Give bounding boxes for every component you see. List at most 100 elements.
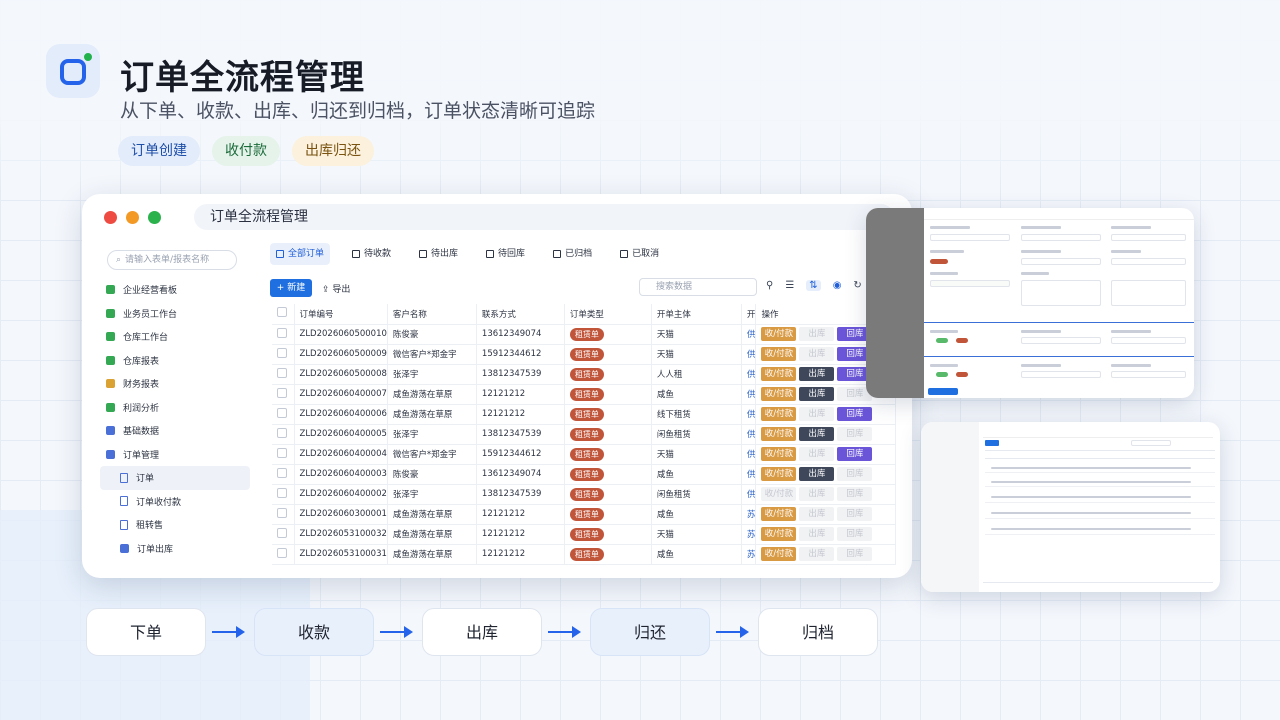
new-button[interactable]: + 新建 [270,279,312,297]
feature-tags: 订单创建 收付款 出库归还 [118,136,374,166]
out-button: 出库 [799,487,835,501]
row-checkbox[interactable] [272,364,295,385]
ret-button[interactable]: 回库 [837,407,873,421]
pay-button[interactable]: 收/付款 [761,467,797,481]
row-checkbox[interactable] [272,424,295,445]
arrow-right-icon [542,608,590,656]
arrow-right-icon [710,608,758,656]
row-actions: 收/付款 出库 回库 [755,524,897,545]
pay-button[interactable]: 收/付款 [761,547,797,561]
table-row[interactable]: ZLD2026060500010 陈俊豪 13612349074 租赁单 天猫供收/付款… [272,324,897,345]
phone: 12121212 [476,404,565,425]
table-row[interactable]: ZLD2026060500009 微信客户*郑金宇 15912344612 租赁单 天猫… [272,344,897,365]
pay-button[interactable]: 收/付款 [761,507,797,521]
order-type-badge: 租赁单 [569,407,604,421]
table-row[interactable]: ZLD2026060400007 咸鱼游荡在草原 12121212 租赁单 咸鱼供收/付… [272,384,897,405]
row-checkbox[interactable] [272,384,295,405]
pay-button[interactable]: 收/付款 [761,527,797,541]
tab-2[interactable]: 待出库 [413,243,464,265]
row-checkbox[interactable] [272,544,295,565]
sidebar-item-7[interactable]: 订单管理 [100,443,256,467]
row-checkbox[interactable] [272,484,295,505]
tab-0[interactable]: 全部订单 [270,243,331,265]
order-type: 租赁单 [564,424,652,445]
pay-button[interactable]: 收/付款 [761,427,797,441]
out-button[interactable]: 出库 [799,367,835,381]
sidebar-item-1[interactable]: 业务员工作台 [100,302,256,326]
sidebar-item-3[interactable]: 仓库报表 [100,349,256,373]
row-checkbox[interactable] [272,504,295,525]
tab-label: 已取消 [632,249,660,259]
sidebar-item-11[interactable]: 订单出库 [100,537,256,561]
row-checkbox[interactable] [272,464,295,485]
tab-4[interactable]: 已归档 [547,243,598,265]
customer-name: 微信客户*郑金宇 [387,444,477,465]
table-row[interactable]: ZLD2026060400002 张泽宇 13812347539 租赁单 闲鱼租赁供收/… [272,484,897,505]
sidebar-item-8[interactable]: 订单 [100,466,250,490]
table-row[interactable]: ZLD2026060400006 咸鱼游荡在草原 12121212 租赁单 线下租赁供收… [272,404,897,425]
table-row[interactable]: ZLD2026060300001 咸鱼游荡在草原 12121212 租赁单 咸鱼苏收/付… [272,504,897,525]
sidebar-item-label: 财务报表 [123,380,160,391]
sidebar-item-label: 订单出库 [137,544,174,555]
table-row[interactable]: ZLD2026060400004 微信客户*郑金宇 15912344612 租赁单 天猫… [272,444,897,465]
row-checkbox[interactable] [272,524,295,545]
order-type: 租赁单 [564,544,652,565]
tab-5[interactable]: 已取消 [614,243,665,265]
pay-button[interactable]: 收/付款 [761,447,797,461]
sidebar-search-input[interactable]: ⌕ 请输入表单/报表名称 [107,250,237,270]
table-icon [352,250,361,258]
entity-extra: 供 [741,444,757,465]
order-type: 租赁单 [564,444,652,465]
app-logo-icon [46,44,100,98]
out-button[interactable]: 出库 [799,467,835,481]
select-all-checkbox[interactable] [272,304,295,325]
row-checkbox[interactable] [272,324,295,345]
search-icon: ⌕ [116,255,122,265]
maximize-dot-icon[interactable] [148,211,161,224]
export-button[interactable]: ⇪ 导出 [322,282,350,295]
refresh-icon[interactable]: ↻ [853,280,861,291]
sidebar-item-0[interactable]: 企业经营看板 [100,278,256,302]
tab-3[interactable]: 待回库 [480,243,531,265]
close-dot-icon[interactable] [104,211,117,224]
out-button: 出库 [799,327,835,341]
table-row[interactable]: ZLD2026060400003 陈俊豪 13612349074 租赁单 咸鱼供收/付款… [272,464,897,485]
order-id: ZLD2026060400004 [294,444,388,465]
row-checkbox[interactable] [272,404,295,425]
table-row[interactable]: ZLD2026060500008 张泽宇 13812347539 租赁单 人人租供收/付… [272,364,897,385]
order-type: 租赁单 [564,524,652,545]
sidebar-item-label: 基础数据 [123,427,160,438]
order-type: 租赁单 [564,344,652,365]
table-row[interactable]: ZLD2026053100032 咸鱼游荡在草原 12121212 租赁单 天猫苏收/付… [272,524,897,545]
sidebar-item-6[interactable]: 基础数据 [100,419,256,443]
minimize-dot-icon[interactable] [126,211,139,224]
pay-button[interactable]: 收/付款 [761,407,797,421]
ret-button[interactable]: 回库 [837,447,873,461]
table-search-input[interactable]: 搜索数据 [639,278,757,296]
table-toolbar: + 新建 ⇪ 导出 搜索数据 ⚲ ☰ ⇅ ◉ ↻ [270,278,910,298]
pay-button[interactable]: 收/付款 [761,347,797,361]
sidebar-item-9[interactable]: 订单收付款 [100,490,256,514]
pay-button[interactable]: 收/付款 [761,367,797,381]
out-button[interactable]: 出库 [799,387,835,401]
col-order-id: 订单编号 [294,304,388,325]
pay-button[interactable]: 收/付款 [761,327,797,341]
tab-1[interactable]: 待收款 [346,243,397,265]
sidebar-item-5[interactable]: 利润分析 [100,396,256,420]
order-tabs: 全部订单 待收款 待出库 待回库 已归档 已取消 [270,241,910,267]
sidebar-item-2[interactable]: 仓库工作台 [100,325,256,349]
pay-button[interactable]: 收/付款 [761,387,797,401]
table-row[interactable]: ZLD2026060400005 张泽宇 13812347539 租赁单 闲鱼租赁供收/… [272,424,897,445]
sidebar-item-10[interactable]: 租转售 [100,513,256,537]
sort-icon[interactable]: ⇅ [806,280,821,291]
sidebar-item-4[interactable]: 财务报表 [100,372,256,396]
list-icon[interactable]: ☰ [785,280,794,291]
row-checkbox[interactable] [272,444,295,465]
entity-extra: 供 [741,344,757,365]
filter-icon[interactable]: ⚲ [766,280,773,291]
eye-icon[interactable]: ◉ [833,280,842,291]
table-row[interactable]: ZLD2026053100031 咸鱼游荡在草原 12121212 租赁单 咸鱼苏收/付… [272,544,897,565]
order-id: ZLD2026053100031 [294,544,388,565]
out-button[interactable]: 出库 [799,427,835,441]
row-checkbox[interactable] [272,344,295,365]
